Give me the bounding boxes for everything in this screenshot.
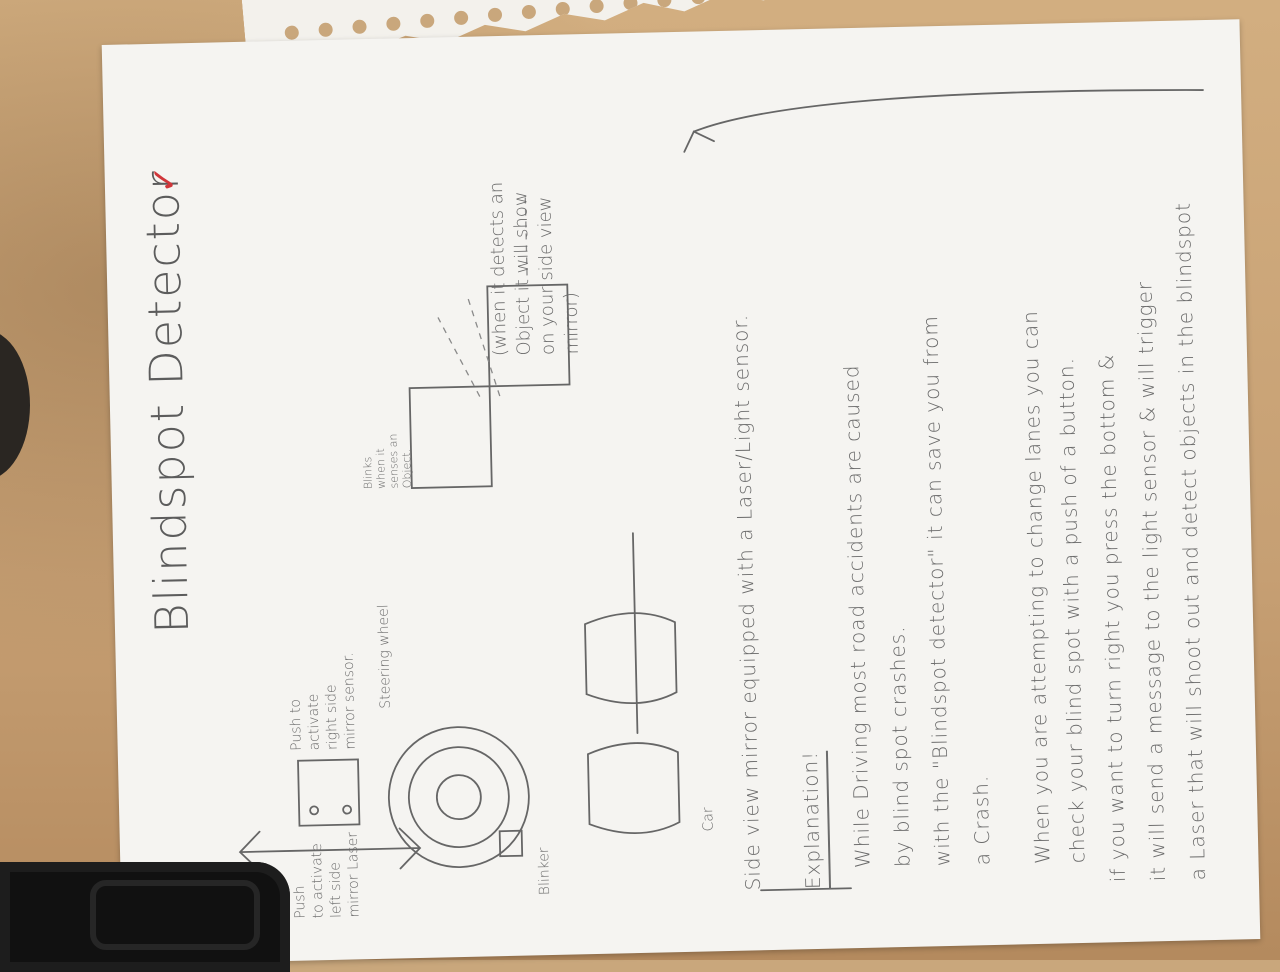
steering-hub <box>435 774 482 821</box>
binder-hole <box>487 7 502 22</box>
left-laser-label: Push to activate left side mirror Laser <box>291 831 363 919</box>
drawing-sheet: Blindspot Detector ✓ Push to activate le… <box>101 19 1261 965</box>
detects-label: (when it detects an Object it will show … <box>485 181 583 357</box>
button-box <box>297 758 361 827</box>
binder-hole <box>352 19 367 34</box>
binder-hole <box>284 25 299 40</box>
explanation-line: a Crash. <box>968 774 995 866</box>
right-sensor-label: Push to activate right side mirror senso… <box>287 652 359 751</box>
binder-hole <box>555 1 570 16</box>
car-sketch-left <box>587 742 681 834</box>
binder-hole <box>454 10 469 25</box>
steering-wheel-label: Steering wheel <box>375 604 394 709</box>
right-button <box>342 804 353 815</box>
curved-arrowhead <box>683 130 715 153</box>
curved-arrow <box>692 89 1204 133</box>
tray-slot <box>90 880 260 950</box>
explanation-heading: Explanation! <box>797 750 832 890</box>
steering-wheel-inner <box>407 746 510 849</box>
binder-hole <box>420 13 435 28</box>
left-button <box>309 805 320 816</box>
binder-hole <box>521 4 536 19</box>
car-mark: Car <box>700 807 717 832</box>
sheet-content: Blindspot Detector ✓ Push to activate le… <box>102 19 1261 965</box>
blinker-label: Blinker <box>536 847 554 896</box>
binder-hole <box>589 0 604 14</box>
blinks-label: Blinks when it senses an Object. <box>361 433 414 490</box>
binder-hole <box>386 16 401 31</box>
car-sketch-right <box>584 612 678 705</box>
binder-hole <box>318 22 333 37</box>
car-rect-1 <box>408 385 493 490</box>
